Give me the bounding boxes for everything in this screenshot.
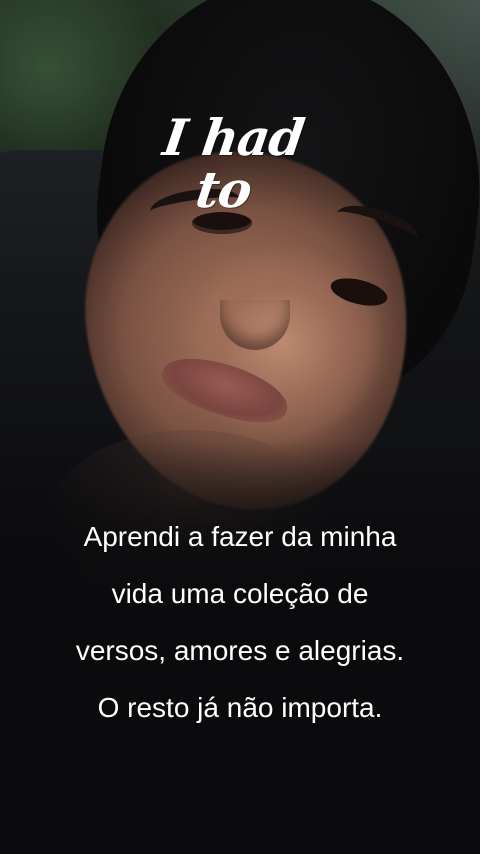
quote-line-4: O resto já não importa.	[97, 692, 383, 723]
story-frame: I had to Aprendi a fazer da minha vida u…	[0, 0, 480, 854]
title-line-1: I had	[159, 108, 308, 167]
quote-line-1: Aprendi a fazer da minha	[83, 521, 397, 552]
brush-title: I had to	[153, 108, 338, 219]
title-line-2: to	[192, 160, 256, 219]
quote-text: Aprendi a fazer da minha vida uma coleçã…	[20, 508, 460, 736]
quote-line-3: versos, amores e alegrias.	[75, 635, 405, 666]
quote-line-2: vida uma coleção de	[111, 578, 369, 609]
